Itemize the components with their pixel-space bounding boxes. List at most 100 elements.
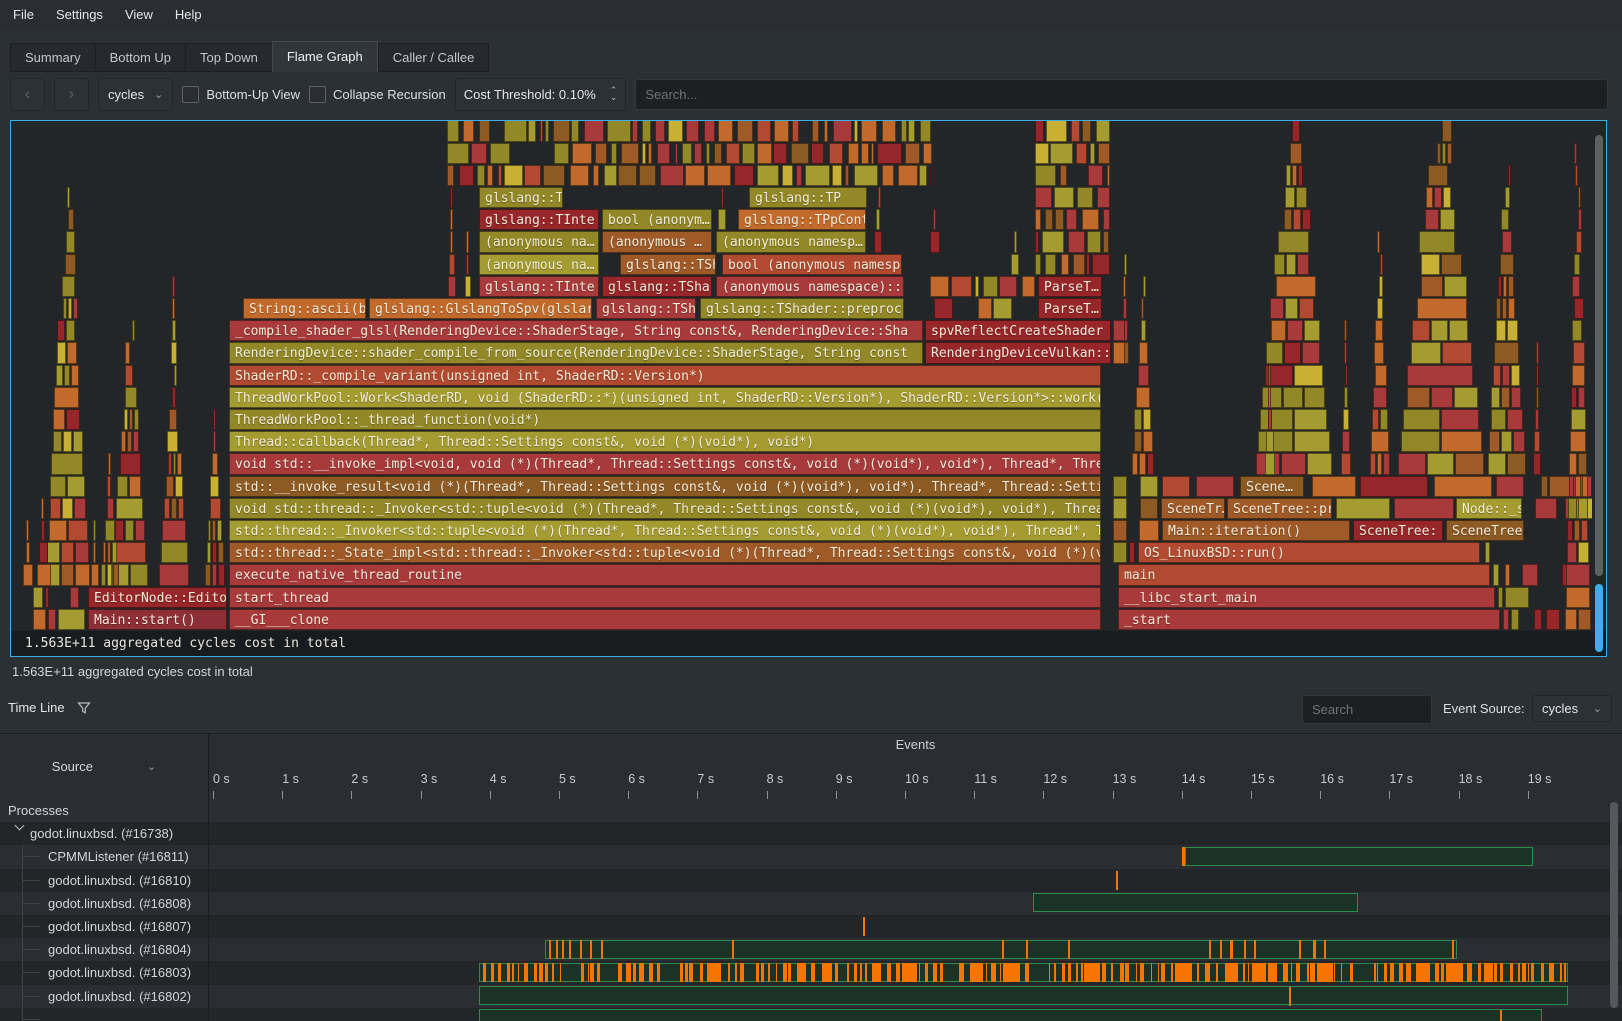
flame-frame[interactable]: [103, 542, 107, 563]
flame-frame[interactable]: [1061, 254, 1069, 275]
flame-frame[interactable]: [1375, 365, 1387, 386]
flame-frame[interactable]: [1485, 542, 1490, 563]
event-tick[interactable]: [1518, 963, 1520, 982]
flame-frame[interactable]: [1299, 298, 1314, 319]
event-tick[interactable]: [1252, 963, 1266, 982]
flame-frame[interactable]: ThreadWorkPool::_thread_function(void*): [229, 409, 1101, 430]
flame-frame[interactable]: [1042, 231, 1064, 252]
flame-frame[interactable]: [707, 165, 732, 186]
flame-frame[interactable]: [1035, 165, 1056, 186]
event-tick[interactable]: [902, 963, 917, 982]
scrollbar-thumb[interactable]: [1595, 135, 1603, 576]
flame-frame[interactable]: [67, 476, 84, 497]
event-tick[interactable]: [1289, 987, 1291, 1006]
flame-frame[interactable]: [1302, 342, 1320, 363]
flame-frame[interactable]: [1077, 187, 1093, 208]
flame-frame[interactable]: [1139, 342, 1147, 363]
flame-frame[interactable]: [734, 165, 753, 186]
flame-frame[interactable]: [447, 121, 459, 142]
flame-frame[interactable]: [1268, 387, 1271, 408]
flame-frame[interactable]: glslang::TInte: [479, 209, 599, 230]
flame-frame[interactable]: [1380, 409, 1388, 430]
flame-frame[interactable]: [1570, 431, 1586, 452]
flame-frame[interactable]: [1417, 298, 1467, 319]
flame-frame[interactable]: [134, 409, 139, 430]
flame-frame[interactable]: [127, 431, 132, 452]
flame-frame[interactable]: [1071, 121, 1079, 142]
flame-frame[interactable]: [172, 298, 175, 319]
tab-bottom-up[interactable]: Bottom Up: [95, 43, 185, 72]
flame-frame[interactable]: [168, 453, 172, 474]
flame-frame[interactable]: [572, 143, 591, 164]
flame-frame[interactable]: [1304, 387, 1325, 408]
flame-scrollbar[interactable]: [1595, 125, 1603, 652]
flame-frame[interactable]: [124, 409, 128, 430]
event-tick[interactable]: [1299, 940, 1301, 959]
flame-frame[interactable]: [113, 542, 146, 563]
flame-frame[interactable]: [39, 542, 48, 563]
flame-frame[interactable]: [450, 209, 453, 230]
flame-frame[interactable]: [934, 298, 953, 319]
flame-frame[interactable]: [1505, 187, 1510, 208]
event-tick[interactable]: [1254, 940, 1256, 959]
event-tick[interactable]: [1161, 963, 1165, 982]
flame-frame[interactable]: [73, 298, 78, 319]
flame-frame[interactable]: [1345, 365, 1348, 386]
flame-frame[interactable]: [1035, 187, 1052, 208]
event-tick[interactable]: [601, 940, 603, 959]
event-tick[interactable]: [1230, 940, 1233, 959]
event-tick[interactable]: [1435, 963, 1439, 982]
flame-frame[interactable]: [1567, 520, 1573, 541]
flame-frame[interactable]: spvReflectCreateShader: [925, 320, 1111, 341]
event-tick[interactable]: [1564, 963, 1566, 982]
flame-frame[interactable]: SceneTree:: [1353, 520, 1443, 541]
flame-frame[interactable]: [1501, 209, 1509, 230]
flame-frame[interactable]: ThreadWorkPool::Work<ShaderRD, void (Sha…: [229, 387, 1101, 408]
flame-frame[interactable]: [1549, 476, 1570, 497]
flame-frame[interactable]: void std::thread::_Invoker<std::tuple<vo…: [229, 498, 1101, 519]
event-tick[interactable]: [498, 963, 501, 982]
flame-frame[interactable]: [63, 431, 72, 452]
flame-frame[interactable]: [1294, 409, 1327, 430]
flame-frame[interactable]: [53, 431, 62, 452]
flame-frame[interactable]: [1035, 121, 1044, 142]
flame-frame[interactable]: [68, 209, 74, 230]
flame-frame[interactable]: [1107, 165, 1110, 186]
event-tick[interactable]: [854, 963, 856, 982]
flame-frame[interactable]: [130, 564, 148, 585]
flame-frame[interactable]: [611, 143, 617, 164]
flame-frame[interactable]: [205, 564, 211, 585]
flame-frame[interactable]: SceneTree::pr: [1227, 498, 1332, 519]
flame-frame[interactable]: [718, 209, 726, 230]
flame-frame[interactable]: [1447, 143, 1452, 164]
flame-frame[interactable]: [120, 453, 141, 474]
flame-frame[interactable]: [49, 520, 68, 541]
flame-frame[interactable]: [1566, 564, 1590, 585]
flame-frame[interactable]: [107, 498, 114, 519]
flame-frame[interactable]: [584, 121, 604, 142]
flame-frame[interactable]: [1541, 476, 1548, 497]
column-divider[interactable]: [208, 734, 209, 1021]
flame-frame[interactable]: [504, 121, 527, 142]
flame-frame[interactable]: SceneTree…: [1446, 520, 1524, 541]
tab-flame-graph[interactable]: Flame Graph: [272, 41, 378, 72]
bottom-up-checkbox[interactable]: Bottom-Up View: [182, 86, 300, 103]
flame-frame[interactable]: [57, 320, 65, 341]
filter-funnel-icon[interactable]: [77, 701, 91, 715]
flame-frame[interactable]: [1501, 431, 1512, 452]
flame-frame[interactable]: Main::iteration(): [1162, 520, 1350, 541]
flame-graph-widget[interactable]: Main::start()__GI___clone_startEditorNod…: [10, 120, 1607, 657]
flame-frame[interactable]: [704, 121, 715, 142]
flame-frame[interactable]: [175, 476, 184, 497]
flame-frame[interactable]: [1507, 409, 1523, 430]
flame-frame[interactable]: [61, 542, 74, 563]
flame-frame[interactable]: [62, 276, 75, 297]
flame-frame[interactable]: [129, 409, 133, 430]
event-tick[interactable]: [1296, 963, 1300, 982]
flame-frame[interactable]: [901, 121, 907, 142]
flame-frame[interactable]: [70, 587, 79, 608]
flame-frame[interactable]: [1502, 298, 1507, 319]
thread-lifetime-span[interactable]: [479, 1009, 1541, 1021]
flame-frame[interactable]: [1141, 298, 1144, 319]
flame-frame[interactable]: [66, 231, 74, 252]
